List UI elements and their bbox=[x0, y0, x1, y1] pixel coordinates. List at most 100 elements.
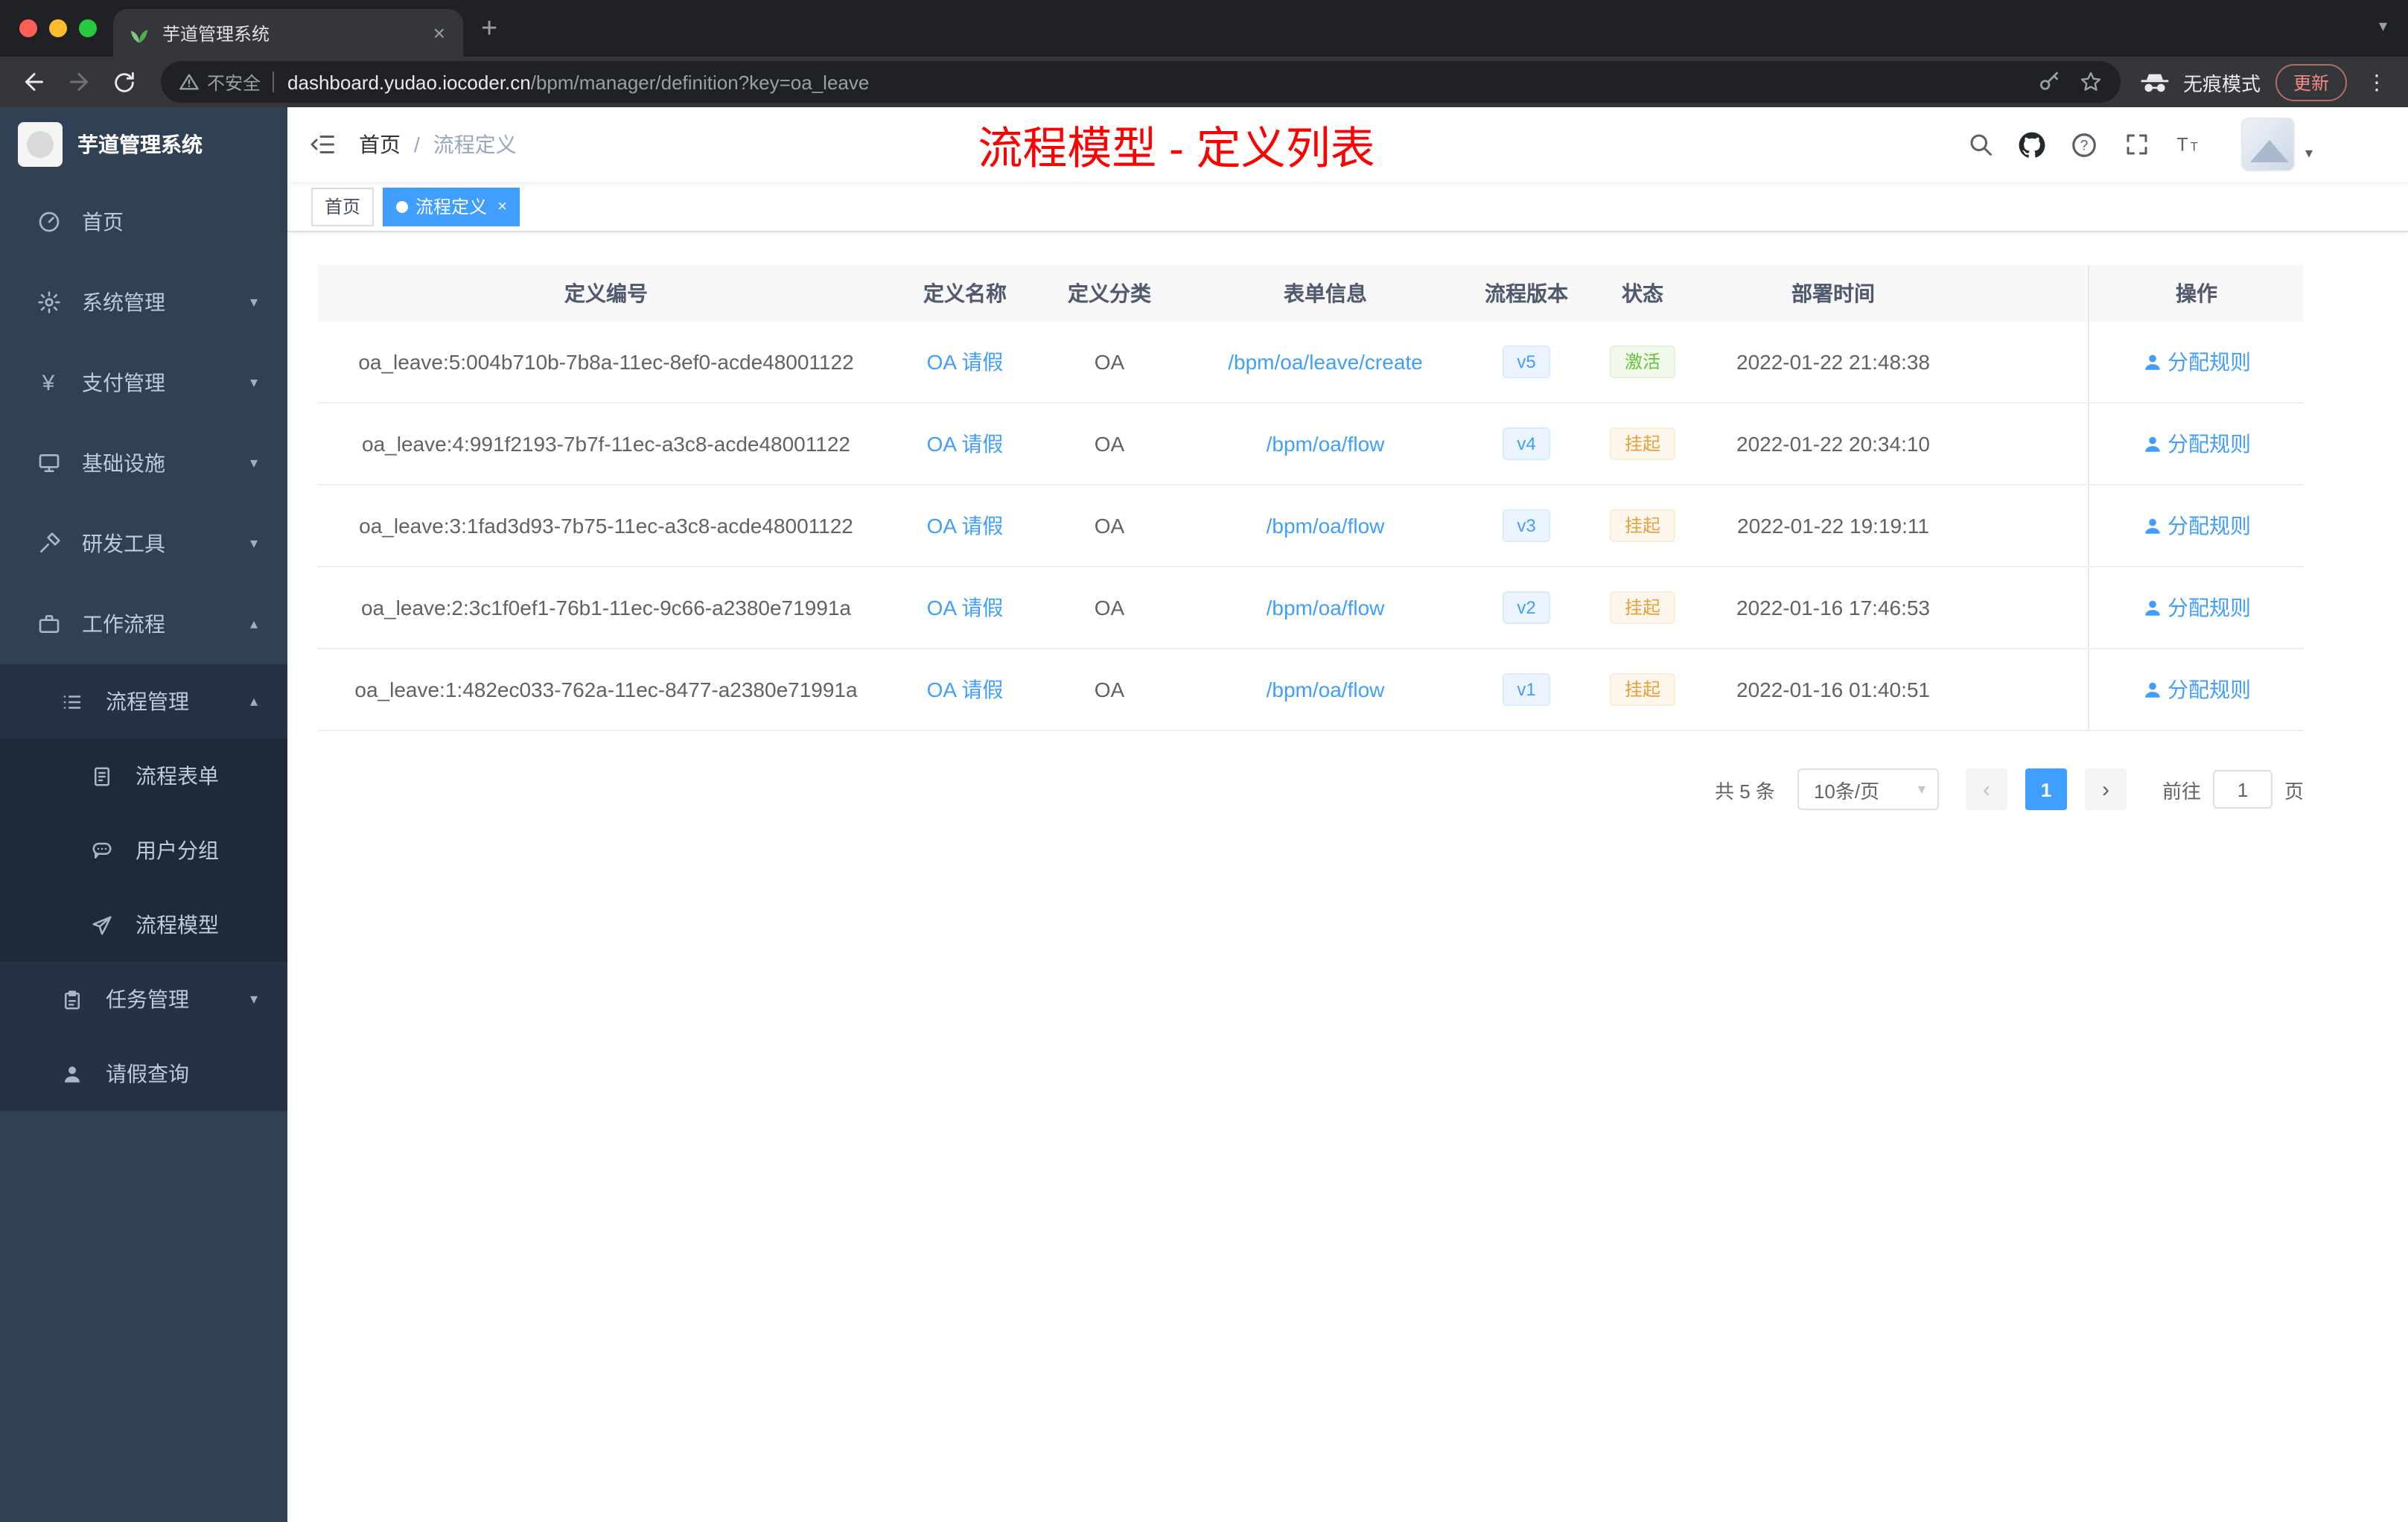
password-key-icon[interactable] bbox=[2034, 67, 2064, 97]
page-unit-label: 页 bbox=[2284, 780, 2304, 802]
window-close-button[interactable] bbox=[19, 19, 37, 37]
sidebar-toggle[interactable] bbox=[287, 107, 359, 182]
deploy-time: 2022-01-16 17:46:53 bbox=[1736, 596, 1930, 620]
form-link[interactable]: /bpm/oa/flow bbox=[1267, 432, 1385, 456]
sidebar-item-workflow[interactable]: 工作流程 ▴ bbox=[0, 584, 287, 664]
help-icon[interactable]: ? bbox=[2070, 130, 2100, 159]
form-link[interactable]: /bpm/oa/flow bbox=[1267, 514, 1385, 538]
sidebar-item-infrastructure[interactable]: 基础设施 ▾ bbox=[0, 423, 287, 503]
app-title: 芋道管理系统 bbox=[77, 133, 203, 156]
form-link[interactable]: /bpm/oa/flow bbox=[1267, 596, 1385, 620]
briefcase-icon bbox=[36, 611, 61, 637]
avatar[interactable] bbox=[2240, 118, 2295, 171]
page-annotation: 流程模型 - 定义列表 bbox=[978, 125, 1375, 174]
tab-close-icon[interactable]: × bbox=[427, 21, 451, 45]
next-page-button[interactable]: › bbox=[2084, 768, 2127, 810]
definition-name-link[interactable]: OA 请假 bbox=[927, 593, 1004, 623]
chevron-down-icon: ▾ bbox=[249, 535, 258, 552]
chevron-down-icon: ▾ bbox=[1917, 781, 1926, 797]
definition-id: oa_leave:4:991f2193-7b7f-11ec-a3c8-acde4… bbox=[362, 432, 850, 456]
browser-tab-strip: 芋道管理系统 × + ▾ bbox=[0, 0, 2408, 57]
github-icon[interactable] bbox=[2018, 130, 2048, 159]
browser-update-button[interactable]: 更新 bbox=[2275, 63, 2347, 101]
breadcrumb: 首页 / 流程定义 bbox=[359, 130, 517, 159]
window-zoom-button[interactable] bbox=[79, 19, 97, 37]
user-menu[interactable]: ▾ bbox=[2240, 118, 2313, 171]
site-favicon bbox=[130, 29, 148, 42]
version-badge: v3 bbox=[1502, 509, 1551, 542]
assign-rule-link[interactable]: 分配规则 bbox=[2142, 593, 2251, 623]
page-number-current[interactable]: 1 bbox=[2025, 768, 2067, 810]
screen: 芋道管理系统 × + ▾ 不安全 dashboard.yudao.iocoder… bbox=[0, 0, 2408, 1522]
browser-tab[interactable]: 芋道管理系统 × bbox=[113, 9, 463, 57]
window-minimize-button[interactable] bbox=[49, 19, 67, 37]
status-badge: 挂起 bbox=[1609, 673, 1675, 706]
table-row: oa_leave:3:1fad3d93-7b75-11ec-a3c8-acde4… bbox=[317, 485, 2304, 567]
incognito-indicator: 无痕模式 bbox=[2138, 68, 2261, 96]
table-row: oa_leave:4:991f2193-7b7f-11ec-a3c8-acde4… bbox=[317, 404, 2304, 485]
sidebar-item-leave-query[interactable]: 请假查询 bbox=[0, 1037, 287, 1111]
sidebar-item-process-management[interactable]: 流程管理 ▴ bbox=[0, 664, 287, 739]
tag-process-definition[interactable]: 流程定义 × bbox=[383, 187, 520, 226]
sidebar-item-system[interactable]: 系统管理 ▾ bbox=[0, 262, 287, 343]
sidebar-item-task-management[interactable]: 任务管理 ▾ bbox=[0, 962, 287, 1037]
user-icon bbox=[2144, 599, 2159, 615]
window-controls bbox=[19, 19, 97, 37]
prev-page-button[interactable]: ‹ bbox=[1965, 768, 2007, 810]
reload-button[interactable] bbox=[104, 63, 143, 101]
sidebar-item-process-model[interactable]: 流程模型 bbox=[0, 888, 287, 962]
version-badge: v1 bbox=[1502, 673, 1551, 706]
send-icon bbox=[89, 912, 115, 937]
logo-image bbox=[18, 122, 63, 167]
sidebar-item-user-group[interactable]: 用户分组 bbox=[0, 813, 287, 888]
back-button[interactable] bbox=[15, 63, 54, 101]
user-icon bbox=[2144, 518, 2159, 533]
definition-name-link[interactable]: OA 请假 bbox=[927, 429, 1004, 459]
bookmark-star-icon[interactable] bbox=[2076, 67, 2106, 97]
goto-page-input[interactable] bbox=[2212, 770, 2272, 809]
sidebar-item-payment[interactable]: ¥ 支付管理 ▾ bbox=[0, 343, 287, 423]
app-logo[interactable]: 芋道管理系统 bbox=[0, 107, 287, 182]
not-secure-warning-icon bbox=[179, 74, 199, 90]
font-size-icon[interactable]: TT bbox=[2174, 130, 2204, 159]
definition-name-link[interactable]: OA 请假 bbox=[927, 347, 1004, 377]
search-icon[interactable] bbox=[1966, 130, 1995, 159]
user-icon bbox=[2144, 681, 2159, 697]
page-size-select[interactable]: 10条/页 ▾ bbox=[1797, 768, 1939, 810]
browser-menu-icon[interactable]: ⋮ bbox=[2360, 69, 2393, 95]
definition-table: 定义编号 定义名称 定义分类 表单信息 流程版本 状态 部署时间 操作 oa_l… bbox=[317, 265, 2304, 731]
form-link[interactable]: /bpm/oa/flow bbox=[1267, 678, 1385, 701]
gear-icon bbox=[36, 290, 61, 315]
definition-name-link[interactable]: OA 请假 bbox=[927, 511, 1004, 541]
fullscreen-icon[interactable] bbox=[2122, 130, 2152, 159]
tag-close-icon[interactable]: × bbox=[497, 197, 507, 215]
assign-rule-link[interactable]: 分配规则 bbox=[2142, 429, 2251, 459]
sidebar-item-devtools[interactable]: 研发工具 ▾ bbox=[0, 503, 287, 584]
pagination: 共 5 条 10条/页 ▾ ‹ 1 › 前往 页 bbox=[317, 768, 2304, 810]
assign-rule-link[interactable]: 分配规则 bbox=[2142, 347, 2251, 377]
tab-search-chevron-icon[interactable]: ▾ bbox=[2379, 16, 2387, 36]
forward-button[interactable] bbox=[60, 63, 98, 101]
form-link[interactable]: /bpm/oa/leave/create bbox=[1228, 350, 1423, 374]
divider bbox=[273, 71, 275, 92]
breadcrumb-home[interactable]: 首页 bbox=[359, 130, 401, 159]
status-badge: 挂起 bbox=[1609, 591, 1675, 624]
breadcrumb-current: 流程定义 bbox=[433, 133, 517, 156]
svg-text:T: T bbox=[2176, 134, 2188, 155]
definition-category: OA bbox=[1094, 678, 1125, 701]
new-tab-button[interactable]: + bbox=[481, 14, 497, 42]
chevron-down-icon: ▾ bbox=[249, 375, 258, 391]
assign-rule-link[interactable]: 分配规则 bbox=[2142, 675, 2251, 704]
chevron-down-icon: ▾ bbox=[249, 991, 258, 1007]
sidebar-item-home[interactable]: 首页 bbox=[0, 182, 287, 262]
version-badge: v5 bbox=[1502, 346, 1551, 378]
dashboard-icon bbox=[36, 209, 61, 235]
definition-name-link[interactable]: OA 请假 bbox=[927, 675, 1004, 704]
definition-category: OA bbox=[1094, 432, 1125, 456]
sidebar-item-process-form[interactable]: 流程表单 bbox=[0, 739, 287, 813]
app-window: 芋道管理系统 首页 系统管理 ▾ ¥ 支付管理 ▾ 基础设施 ▾ 研发工具 ▾ … bbox=[0, 107, 2408, 1522]
user-icon bbox=[2144, 436, 2159, 451]
address-bar[interactable]: 不安全 dashboard.yudao.iocoder.cn/bpm/manag… bbox=[161, 61, 2121, 103]
tag-home[interactable]: 首页 bbox=[311, 187, 375, 226]
assign-rule-link[interactable]: 分配规则 bbox=[2142, 511, 2251, 541]
